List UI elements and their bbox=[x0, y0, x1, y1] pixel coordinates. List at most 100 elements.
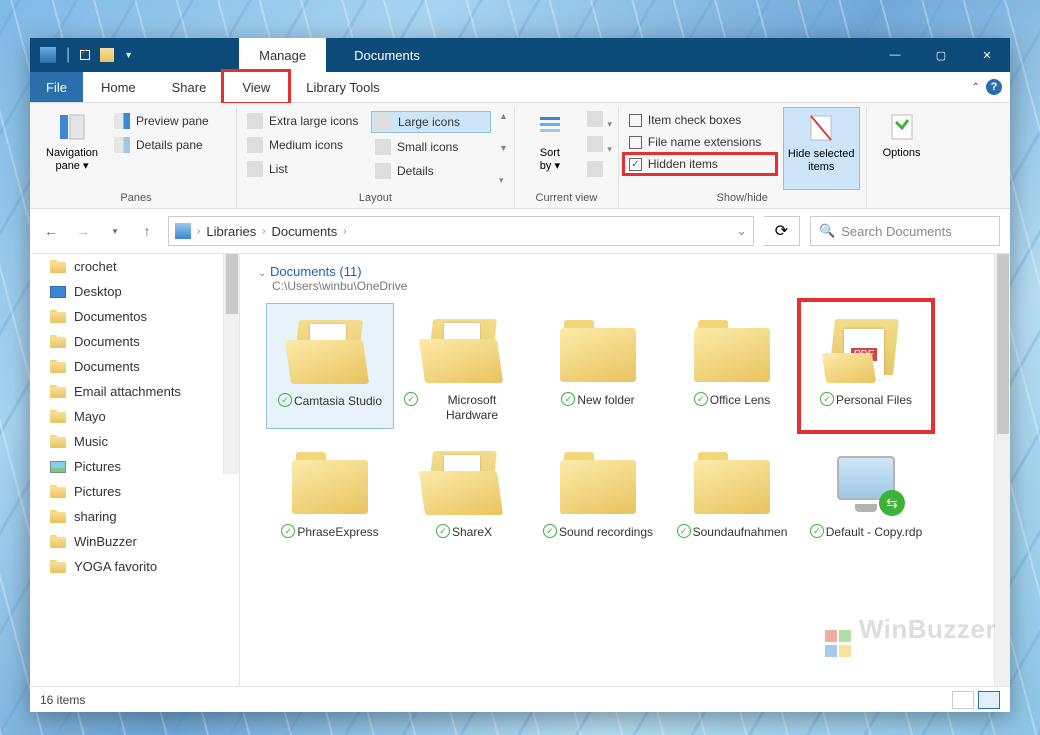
help-icon[interactable]: ? bbox=[986, 79, 1002, 95]
item-icon: PDF bbox=[818, 311, 914, 391]
hide-selected-items-button[interactable]: Hide selected items bbox=[783, 107, 860, 190]
maximize-button[interactable]: ▢ bbox=[918, 38, 964, 72]
folder-icon bbox=[50, 560, 66, 573]
sidebar-item[interactable]: Documents bbox=[30, 354, 239, 379]
main-scrollbar[interactable] bbox=[994, 254, 1010, 686]
search-input[interactable]: 🔍 Search Documents bbox=[810, 216, 1000, 246]
qat-dropdown-icon[interactable]: ▼ bbox=[124, 50, 133, 60]
navigation-pane-icon bbox=[56, 111, 88, 143]
status-item-count: 16 items bbox=[40, 693, 85, 707]
group-header[interactable]: ⌄ Documents (11) C:\Users\winbu\OneDrive bbox=[240, 254, 1010, 295]
list-item[interactable]: ✓ShareX bbox=[400, 435, 528, 546]
file-list: ⌄ Documents (11) C:\Users\winbu\OneDrive… bbox=[240, 254, 1010, 686]
sidebar-item[interactable]: Desktop bbox=[30, 279, 239, 304]
search-icon: 🔍 bbox=[819, 223, 835, 239]
options-label: Options bbox=[883, 147, 921, 160]
tab-view[interactable]: View bbox=[224, 72, 288, 102]
options-button[interactable]: Options bbox=[873, 107, 931, 190]
sidebar-item[interactable]: Music bbox=[30, 429, 239, 454]
sidebar-item[interactable]: crochet bbox=[30, 254, 239, 279]
sidebar-item-label: Desktop bbox=[74, 284, 122, 299]
hide-selected-icon bbox=[805, 112, 837, 144]
sidebar-item[interactable]: Email attachments bbox=[30, 379, 239, 404]
navigation-pane-button[interactable]: Navigation pane ▾ bbox=[42, 107, 102, 190]
large-icons-view-toggle[interactable] bbox=[978, 691, 1000, 709]
up-button[interactable]: ↑ bbox=[136, 220, 158, 242]
ribbon-group-panes: Navigation pane ▾ Preview pane Details p… bbox=[36, 107, 237, 208]
tab-share[interactable]: Share bbox=[154, 72, 225, 102]
sidebar-item[interactable]: Documents bbox=[30, 329, 239, 354]
large-icons-button[interactable]: Large icons bbox=[371, 111, 491, 133]
small-icons-button[interactable]: Small icons bbox=[371, 137, 491, 157]
details-view-toggle[interactable] bbox=[952, 691, 974, 709]
details-icon bbox=[375, 163, 391, 179]
extra-large-icons-button[interactable]: Extra large icons bbox=[243, 111, 363, 131]
add-columns-button[interactable]: ▾ bbox=[587, 136, 612, 157]
chevron-down-icon: ⌄ bbox=[258, 268, 266, 279]
preview-pane-icon bbox=[114, 113, 130, 129]
sidebar-item-label: Documents bbox=[74, 359, 140, 374]
collapse-ribbon-icon[interactable]: ⌃ bbox=[972, 82, 980, 93]
sidebar-item[interactable]: sharing bbox=[30, 504, 239, 529]
checkbox-icon bbox=[629, 136, 642, 149]
item-icon bbox=[282, 443, 378, 523]
layout-scroll-down-icon[interactable]: ▼ bbox=[499, 143, 508, 153]
item-check-boxes-checkbox[interactable]: Item check boxes bbox=[625, 111, 775, 129]
minimize-button[interactable]: — bbox=[872, 38, 918, 72]
sidebar-item[interactable]: YOGA favorito bbox=[30, 554, 239, 579]
sidebar-item[interactable]: Documentos bbox=[30, 304, 239, 329]
file-name-extensions-checkbox[interactable]: File name extensions bbox=[625, 133, 775, 151]
sidebar-scrollbar[interactable] bbox=[223, 254, 239, 474]
navigation-tree[interactable]: crochet Desktop Documentos Documents Documen… bbox=[30, 254, 240, 686]
back-button[interactable]: ← bbox=[40, 220, 62, 242]
layout-scroll-up-icon[interactable]: ▲ bbox=[499, 111, 508, 121]
contextual-tab-manage[interactable]: Manage bbox=[239, 38, 326, 72]
sidebar-item[interactable]: Mayo bbox=[30, 404, 239, 429]
list-item[interactable]: ⇆✓Default - Copy.rdp bbox=[802, 435, 930, 546]
sidebar-item-label: Documentos bbox=[74, 309, 147, 324]
crumb-libraries[interactable]: Libraries bbox=[206, 224, 256, 239]
list-item[interactable]: ✓PhraseExpress bbox=[266, 435, 394, 546]
item-icon bbox=[684, 311, 780, 391]
add-columns-icon bbox=[587, 136, 603, 152]
details-button[interactable]: Details bbox=[371, 161, 491, 181]
sidebar-item[interactable]: WinBuzzer bbox=[30, 529, 239, 554]
medium-icons-icon bbox=[247, 137, 263, 153]
medium-icons-button[interactable]: Medium icons bbox=[243, 135, 363, 155]
layout-more-icon[interactable]: ▾ bbox=[499, 175, 508, 186]
preview-pane-button[interactable]: Preview pane bbox=[110, 111, 230, 131]
address-dropdown-icon[interactable]: ⌄ bbox=[736, 223, 747, 239]
list-item[interactable]: ✓Camtasia Studio bbox=[266, 303, 394, 429]
sidebar-item[interactable]: Pictures bbox=[30, 454, 239, 479]
tab-home[interactable]: Home bbox=[83, 72, 154, 102]
titlebar: | ▼ Manage Documents — ▢ ✕ bbox=[30, 38, 1010, 72]
breadcrumb[interactable]: › Libraries › Documents › ⌄ bbox=[168, 216, 754, 246]
item-label: Microsoft Hardware bbox=[420, 393, 524, 423]
qat-folder-icon[interactable] bbox=[100, 48, 114, 62]
crumb-documents[interactable]: Documents bbox=[272, 224, 338, 239]
size-columns-button[interactable] bbox=[587, 161, 612, 182]
checkbox-checked-icon: ✓ bbox=[629, 158, 642, 171]
qat-properties-icon[interactable] bbox=[80, 50, 90, 60]
group-by-button[interactable]: ▾ bbox=[587, 111, 612, 132]
list-item[interactable]: ✓Office Lens bbox=[668, 303, 796, 429]
chevron-right-icon: › bbox=[343, 226, 346, 237]
list-button[interactable]: List bbox=[243, 159, 363, 179]
tab-file[interactable]: File bbox=[30, 72, 83, 102]
hidden-items-checkbox[interactable]: ✓Hidden items bbox=[625, 155, 775, 173]
list-item[interactable]: ✓New folder bbox=[534, 303, 662, 429]
close-button[interactable]: ✕ bbox=[964, 38, 1010, 72]
group-title-label: Documents (11) bbox=[270, 264, 362, 279]
refresh-button[interactable]: ⟳ bbox=[764, 216, 800, 246]
sort-by-button[interactable]: Sort by ▾ bbox=[521, 107, 579, 190]
details-pane-button[interactable]: Details pane bbox=[110, 135, 230, 155]
list-item[interactable]: ✓Sound recordings bbox=[534, 435, 662, 546]
sidebar-item[interactable]: Pictures bbox=[30, 479, 239, 504]
forward-button[interactable]: → bbox=[72, 220, 94, 242]
sidebar-item-label: Documents bbox=[74, 334, 140, 349]
list-item[interactable]: ✓Microsoft Hardware bbox=[400, 303, 528, 429]
recent-locations-button[interactable]: ▾ bbox=[104, 220, 126, 242]
tab-library-tools[interactable]: Library Tools bbox=[288, 72, 397, 102]
list-item[interactable]: ✓Soundaufnahmen bbox=[668, 435, 796, 546]
list-item[interactable]: PDF✓Personal Files bbox=[802, 303, 930, 429]
